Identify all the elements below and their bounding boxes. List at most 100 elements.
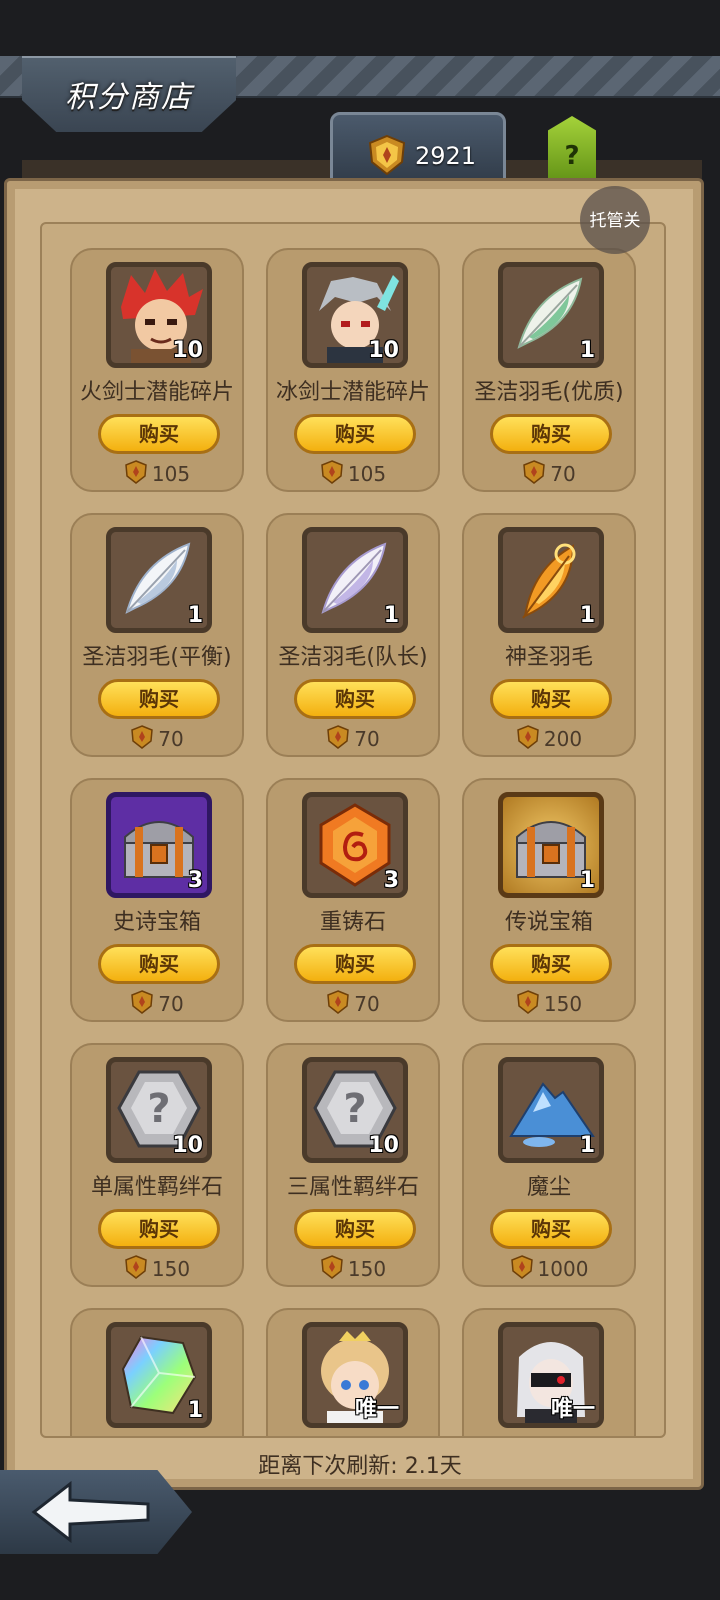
buy-button[interactable]: 购买 [98, 944, 220, 984]
item-icon-frame: 3 [106, 792, 212, 898]
item-price: 150 [72, 1255, 242, 1281]
item-name: 传说宝箱 [504, 910, 593, 935]
item-price: 150 [464, 990, 634, 1016]
item-price: 70 [72, 990, 242, 1016]
shop-item-card: 3 重铸石 购买 70 [266, 778, 440, 1022]
points-medal-icon [321, 1255, 343, 1279]
buy-button[interactable]: 购买 [98, 414, 220, 454]
buy-button[interactable]: 购买 [294, 1209, 416, 1249]
item-icon-frame: 唯一 [498, 1322, 604, 1428]
points-medal-icon [321, 460, 343, 484]
price-value: 150 [543, 992, 583, 1016]
item-icon-frame: 唯一 [302, 1322, 408, 1428]
buy-button[interactable]: 购买 [490, 1209, 612, 1249]
item-icon-frame: 1 [106, 527, 212, 633]
item-price: 200 [464, 725, 634, 751]
item-quantity: 1 [187, 1398, 203, 1423]
price-value: 70 [158, 992, 184, 1016]
shop-item-card: 唯一 [266, 1308, 440, 1436]
item-icon-frame: ? 10 [106, 1057, 212, 1163]
status-bar [0, 0, 720, 56]
item-icon-frame: 3 [302, 792, 408, 898]
item-name: 圣洁羽毛(队长) [278, 645, 428, 670]
back-arrow-icon [31, 1480, 150, 1544]
item-name: 神圣羽毛 [504, 645, 593, 670]
item-price: 105 [268, 460, 438, 486]
item-price: 70 [464, 460, 634, 486]
item-name: 史诗宝箱 [112, 910, 201, 935]
price-value: 70 [158, 727, 184, 751]
item-quantity: 1 [579, 338, 595, 363]
points-medal-icon [368, 134, 406, 176]
price-value: 105 [347, 462, 387, 486]
item-price: 70 [268, 990, 438, 1016]
shop-item-card: 10 冰剑士潜能碎片 购买 105 [266, 248, 440, 492]
price-value: 70 [354, 727, 380, 751]
buy-button[interactable]: 购买 [294, 944, 416, 984]
shop-item-card: ? 10 三属性羁绊石 购买 150 [266, 1043, 440, 1287]
item-name: 三属性羁绊石 [286, 1175, 419, 1200]
item-price: 70 [72, 725, 242, 751]
points-medal-icon [523, 460, 546, 484]
price-value: 200 [543, 727, 583, 751]
item-quantity: 3 [187, 868, 203, 893]
buy-button[interactable]: 购买 [490, 944, 612, 984]
shop-item-card: 1 圣洁羽毛(队长) 购买 70 [266, 513, 440, 757]
shop-item-card: 1 传说宝箱 购买 150 [462, 778, 636, 1022]
buy-button[interactable]: 购买 [490, 414, 612, 454]
item-quantity: 1 [579, 603, 595, 628]
item-quantity: 1 [579, 868, 595, 893]
price-value: 1000 [537, 1257, 589, 1281]
item-icon-frame: 1 [498, 527, 604, 633]
page-title: 积分商店 [65, 80, 193, 115]
item-icon-frame: 1 [302, 527, 408, 633]
item-quantity: 唯一 [550, 1397, 595, 1422]
points-medal-icon [510, 1255, 533, 1279]
buy-button[interactable]: 购买 [294, 679, 416, 719]
item-icon-frame: ? 10 [302, 1057, 408, 1163]
item-name: 冰剑士潜能碎片 [275, 380, 430, 405]
item-price: 105 [72, 460, 242, 486]
item-quantity: 1 [187, 603, 203, 628]
points-medal-icon [517, 725, 539, 749]
item-quantity: 唯一 [354, 1397, 399, 1422]
item-quantity: 1 [579, 1133, 595, 1158]
svg-text:?: ? [343, 1086, 366, 1132]
system-nav-bar [0, 1556, 720, 1600]
shop-item-card: 3 史诗宝箱 购买 70 [70, 778, 244, 1022]
points-medal-icon [327, 725, 350, 749]
item-name: 重铸石 [319, 910, 386, 935]
item-icon-frame: 1 [498, 792, 604, 898]
points-medal-icon [125, 1255, 147, 1279]
item-quantity: 10 [172, 1133, 203, 1158]
item-name: 魔尘 [526, 1175, 571, 1200]
buy-button[interactable]: 购买 [98, 1209, 220, 1249]
item-icon-frame: 1 [498, 262, 604, 368]
points-medal-icon [131, 990, 154, 1014]
shop-item-card: 1 神圣羽毛 购买 200 [462, 513, 636, 757]
item-icon-frame: 10 [302, 262, 408, 368]
points-medal-icon [131, 725, 154, 749]
item-name: 单属性羁绊石 [90, 1175, 223, 1200]
price-value: 70 [354, 992, 380, 1016]
points-medal-icon [517, 990, 539, 1014]
shop-item-card: 唯一 [462, 1308, 636, 1436]
shop-item-card: 1 魔尘 购买 1000 [462, 1043, 636, 1287]
buy-button[interactable]: 购买 [98, 679, 220, 719]
item-price: 70 [268, 725, 438, 751]
item-name: 圣洁羽毛(平衡) [82, 645, 232, 670]
item-quantity: 10 [368, 338, 399, 363]
item-price: 150 [268, 1255, 438, 1281]
points-medal-icon [327, 990, 350, 1014]
item-name: 圣洁羽毛(优质) [474, 380, 624, 405]
shop-grid: 10 火剑士潜能碎片 购买 105 10 冰剑士潜能碎片 购买 105 1 圣洁… [40, 222, 666, 1438]
buy-button[interactable]: 购买 [294, 414, 416, 454]
buy-button[interactable]: 购买 [490, 679, 612, 719]
svg-text:?: ? [147, 1086, 170, 1132]
item-icon-frame: 10 [106, 262, 212, 368]
item-price: 1000 [464, 1255, 634, 1281]
item-icon-frame: 1 [498, 1057, 604, 1163]
item-quantity: 1 [383, 603, 399, 628]
shop-item-card: 1 [70, 1308, 244, 1436]
shop-item-card: ? 10 单属性羁绊石 购买 150 [70, 1043, 244, 1287]
